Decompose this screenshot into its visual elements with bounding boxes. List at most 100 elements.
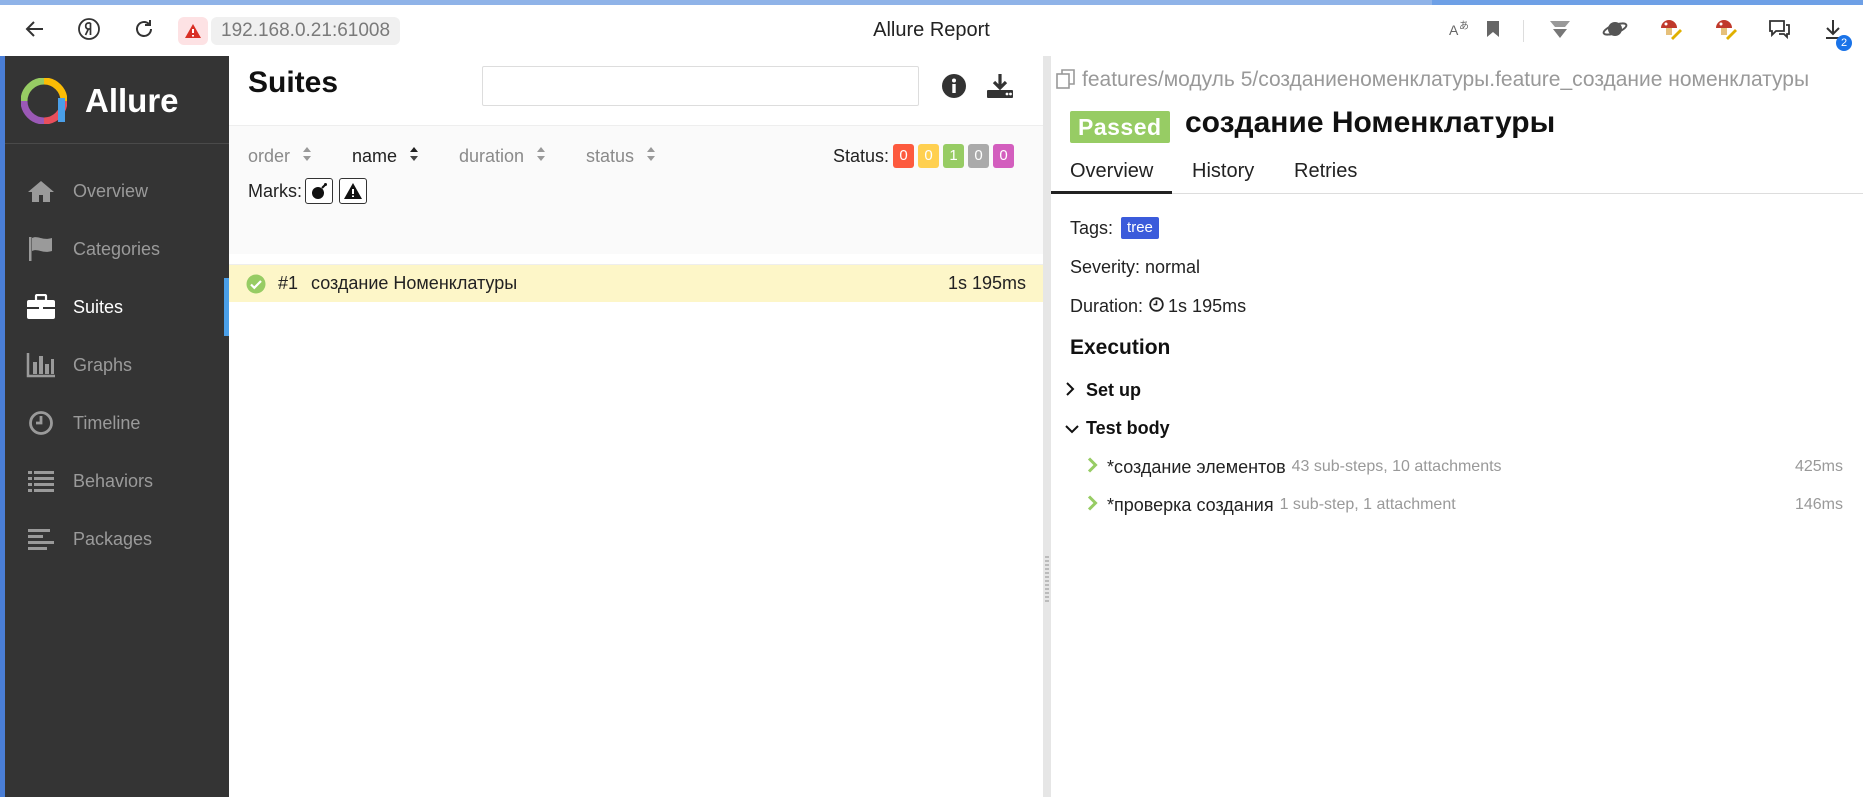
status-filter-label: Status:	[833, 146, 890, 166]
status-filter-skipped[interactable]: 0	[968, 144, 989, 168]
step-name: *создание элементов	[1107, 456, 1286, 477]
step-row[interactable]: *проверка создания 1 sub-step, 1 attachm…	[1087, 491, 1843, 519]
chevron-down-icon	[1065, 418, 1081, 439]
window-top-accent	[0, 0, 1863, 5]
copy-icon[interactable]	[1056, 69, 1076, 95]
sidebar-item-categories[interactable]: Categories	[5, 220, 229, 278]
yandex-logo-icon[interactable]	[74, 14, 104, 44]
sort-icon	[536, 146, 546, 167]
test-details-pane: features/модуль 5/созданиеноменклатуры.f…	[1051, 56, 1863, 797]
tab-retries[interactable]: Retries	[1275, 152, 1376, 194]
extension-download-icon[interactable]	[1545, 14, 1575, 44]
pane-splitter[interactable]	[1043, 56, 1051, 797]
duration-label: Duration:	[1070, 296, 1144, 316]
sort-icon	[646, 146, 656, 167]
suites-header: Suites	[229, 56, 1043, 126]
status-filter-failed[interactable]: 0	[893, 144, 914, 168]
download-icon[interactable]	[984, 70, 1016, 102]
clock-icon	[1149, 296, 1164, 317]
step-row[interactable]: *создание элементов 43 sub-steps, 10 att…	[1087, 453, 1843, 481]
marks-label: Marks:	[248, 181, 302, 201]
sort-bar: order name duration status Status: 0 0 1…	[229, 126, 1043, 302]
sort-duration-button[interactable]: duration	[459, 146, 546, 167]
sidebar-item-graphs[interactable]: Graphs	[5, 336, 229, 394]
sidebar-item-behaviors[interactable]: Behaviors	[5, 452, 229, 510]
address-bar[interactable]: 192.168.0.21:61008	[211, 17, 401, 45]
new-failed-mark-button[interactable]	[339, 178, 367, 204]
sidebar-item-suites[interactable]: Suites	[5, 278, 229, 336]
severity-row: Severity: normal	[1070, 257, 1201, 277]
flaky-bomb-mark-button[interactable]	[305, 178, 333, 204]
bar-chart-icon	[25, 349, 57, 381]
passed-check-icon	[246, 274, 266, 293]
sidebar-item-label: Overview	[73, 180, 149, 201]
extension-mushroom-pen-icon[interactable]	[1655, 14, 1685, 44]
duration-row: Duration: 1s 195ms	[1070, 296, 1246, 317]
sort-icon	[409, 146, 419, 167]
duration-value: 1s 195ms	[1168, 296, 1247, 316]
brand-name: Allure	[85, 82, 179, 119]
tab-bar: Overview History Retries	[1051, 152, 1863, 194]
bomb-icon	[312, 183, 327, 199]
row-duration: 1s 195ms	[947, 273, 1026, 293]
sidebar-item-label: Categories	[73, 238, 161, 259]
step-duration: 425ms	[1794, 458, 1843, 475]
breadcrumb-text: features/модуль 5/созданиеноменклатуры.f…	[1082, 68, 1810, 91]
status-filter-unknown[interactable]: 0	[993, 144, 1014, 168]
home-icon	[25, 175, 57, 207]
step-name: *проверка создания	[1107, 494, 1274, 515]
sort-status-button[interactable]: status	[586, 146, 656, 167]
step-duration: 146ms	[1794, 496, 1843, 513]
sort-order-button[interactable]: order	[248, 146, 312, 167]
sidebar-item-label: Behaviors	[73, 470, 154, 491]
sidebar-item-label: Suites	[73, 296, 124, 317]
extension-mushroom-pen-icon-2[interactable]	[1710, 14, 1740, 44]
step-meta: 1 sub-step, 1 attachment	[1279, 496, 1456, 513]
status-filter-passed[interactable]: 1	[943, 144, 964, 168]
translate-icon[interactable]: Aあ	[1444, 14, 1474, 44]
insecure-connection-icon[interactable]	[178, 17, 208, 45]
sort-label: duration	[459, 146, 525, 166]
tags-row: Tags: tree	[1070, 217, 1159, 239]
align-left-icon	[25, 523, 57, 555]
sidebar-item-label: Packages	[73, 528, 153, 549]
setup-section-toggle[interactable]: Set up	[1065, 380, 1141, 401]
page-title: Suites	[248, 66, 339, 99]
breadcrumb[interactable]: features/модуль 5/созданиеноменклатуры.f…	[1056, 68, 1856, 95]
extension-planet-icon[interactable]	[1600, 14, 1630, 44]
allure-logo-icon	[21, 78, 67, 124]
sidebar-item-overview[interactable]: Overview	[5, 162, 229, 220]
svg-text:あ: あ	[1459, 20, 1469, 32]
sidebar-item-packages[interactable]: Packages	[5, 510, 229, 568]
sort-name-button[interactable]: name	[352, 146, 419, 167]
sort-label: status	[586, 146, 635, 166]
sort-icon	[302, 146, 312, 167]
status-filter-broken[interactable]: 0	[918, 144, 939, 168]
svg-text:A: A	[1449, 22, 1459, 38]
step-expand-icon	[1087, 494, 1101, 516]
sidebar-item-label: Timeline	[73, 412, 141, 433]
setup-label: Set up	[1086, 380, 1142, 400]
info-icon[interactable]	[938, 70, 970, 102]
row-number: #1	[278, 273, 299, 293]
brand[interactable]: Allure	[5, 56, 229, 144]
tab-history[interactable]: History	[1173, 152, 1273, 194]
step-expand-icon	[1087, 456, 1101, 478]
tag-badge[interactable]: tree	[1121, 217, 1159, 239]
chevron-right-icon	[1065, 380, 1081, 401]
clock-icon	[25, 407, 57, 439]
tab-overview[interactable]: Overview	[1051, 152, 1173, 194]
test-title: создание Номенклатуры	[1185, 106, 1556, 139]
sort-label: name	[352, 146, 398, 166]
back-arrow-icon[interactable]	[20, 14, 50, 44]
reload-icon[interactable]	[129, 14, 159, 44]
extension-chat-icon[interactable]	[1764, 14, 1794, 44]
sidebar-item-timeline[interactable]: Timeline	[5, 394, 229, 452]
downloads-count-badge: 2	[1836, 35, 1852, 51]
search-input[interactable]	[482, 66, 919, 106]
warning-icon	[344, 183, 362, 199]
bookmark-icon[interactable]	[1478, 14, 1508, 44]
table-row[interactable]: #1 создание Номенклатуры 1s 195ms	[229, 264, 1043, 302]
testbody-section-toggle[interactable]: Test body	[1065, 418, 1170, 439]
sort-label: order	[248, 146, 291, 166]
